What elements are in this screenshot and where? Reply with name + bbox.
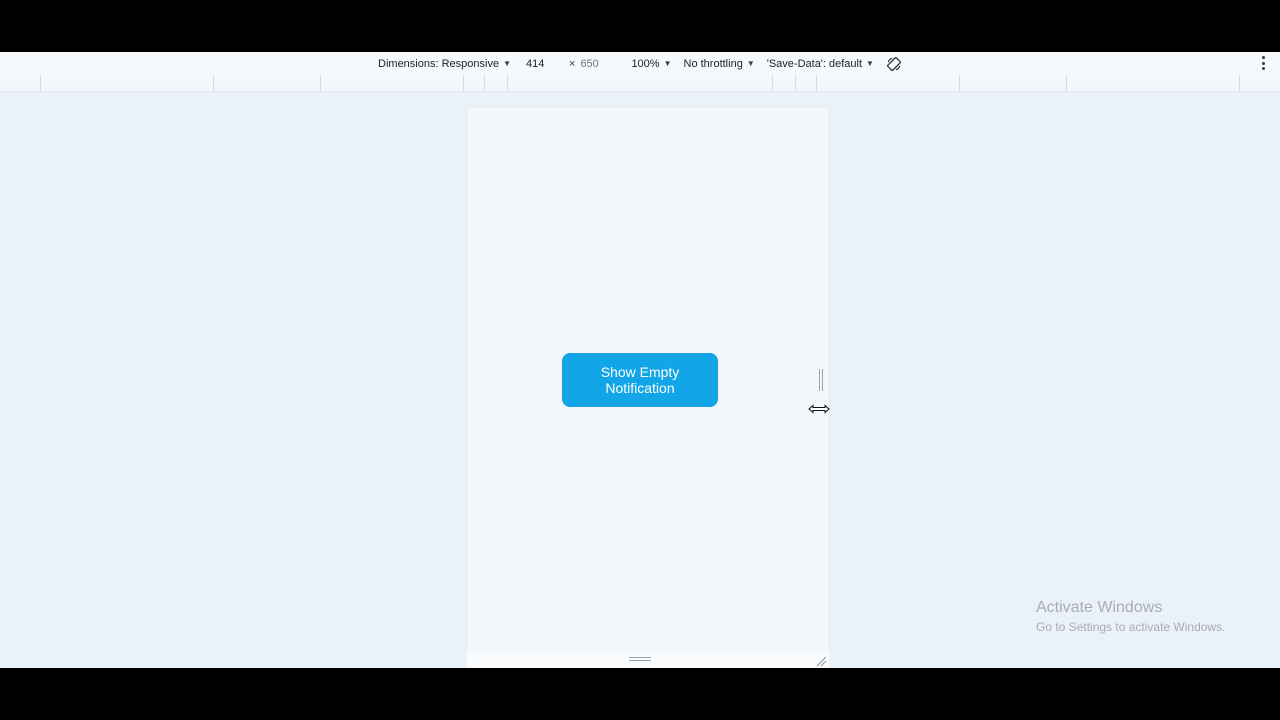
media-query-ruler[interactable] <box>0 75 1280 92</box>
windows-activation-watermark: Activate Windows Go to Settings to activ… <box>1036 598 1225 636</box>
dimensions-dropdown[interactable]: Dimensions: Responsive ▼ <box>378 58 511 70</box>
throttling-label: No throttling <box>683 57 743 70</box>
ruler-divider <box>320 75 321 91</box>
ruler-divider <box>40 75 41 91</box>
ruler-divider <box>1066 75 1067 91</box>
letterbox-top <box>0 0 1280 52</box>
caret-down-icon: ▼ <box>663 59 672 68</box>
device-toolbar: Dimensions: Responsive ▼ × 100% ▼ No thr… <box>0 52 1280 75</box>
emulated-viewport: Show Empty Notification <box>467 108 829 652</box>
right-resize-handle[interactable] <box>819 369 823 391</box>
caret-down-icon: ▼ <box>866 59 874 68</box>
ruler-divider <box>484 75 485 91</box>
ruler-divider <box>795 75 796 91</box>
watermark-subtitle: Go to Settings to activate Windows. <box>1036 620 1226 634</box>
caret-down-icon: ▼ <box>746 59 755 68</box>
ruler-divider <box>959 75 960 91</box>
dimension-inputs: × <box>523 55 622 72</box>
height-input[interactable] <box>577 55 622 72</box>
device-toolbar-controls: Dimensions: Responsive ▼ × 100% ▼ No thr… <box>378 55 902 72</box>
caret-down-icon: ▼ <box>503 59 511 68</box>
rotate-icon[interactable] <box>886 56 902 72</box>
bottom-resize-handle[interactable] <box>629 657 651 661</box>
watermark-title: Activate Windows <box>1036 599 1163 616</box>
letterbox-bottom <box>0 668 1280 720</box>
save-data-dropdown[interactable]: 'Save-Data': default ▼ <box>767 58 874 70</box>
ruler-divider <box>772 75 773 91</box>
ruler-divider <box>463 75 464 91</box>
corner-resize-icon[interactable] <box>815 654 827 667</box>
throttling-dropdown[interactable]: No throttling ▼ <box>684 58 755 70</box>
devtools-device-mode-area: Dimensions: Responsive ▼ × 100% ▼ No thr… <box>0 52 1280 668</box>
ruler-divider <box>1239 75 1240 91</box>
ruler-divider <box>816 75 817 91</box>
zoom-label: 100% <box>631 57 660 70</box>
ruler-divider <box>507 75 508 91</box>
screen-frame: Dimensions: Responsive ▼ × 100% ▼ No thr… <box>0 0 1280 720</box>
show-empty-notification-button[interactable]: Show Empty Notification <box>562 353 718 407</box>
save-data-label: 'Save-Data': default <box>766 57 863 70</box>
ruler-divider <box>213 75 214 91</box>
dimensions-label: Dimensions: Responsive <box>378 57 500 70</box>
resize-cursor-icon <box>808 402 830 414</box>
more-options-icon[interactable] <box>1260 56 1266 70</box>
width-input[interactable] <box>523 55 567 72</box>
zoom-dropdown[interactable]: 100% ▼ <box>631 58 671 70</box>
times-symbol: × <box>569 57 576 70</box>
